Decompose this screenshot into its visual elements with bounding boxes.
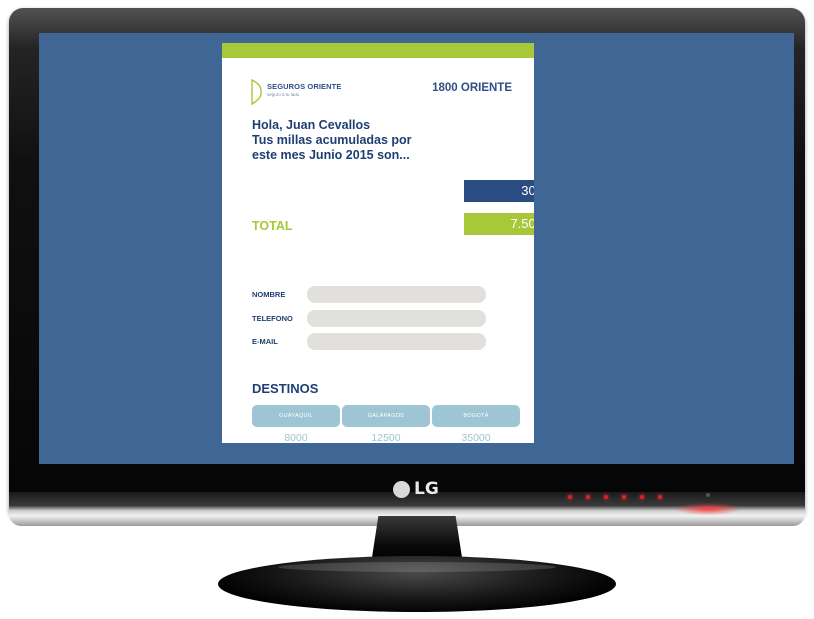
phone-number[interactable]: 1800 ORIENTE	[432, 82, 512, 94]
logo-name: SEGUROS ORIENTE	[267, 82, 342, 91]
monitor-brand-logo: LG	[393, 478, 439, 500]
control-led[interactable]	[586, 495, 590, 499]
power-button[interactable]	[706, 493, 710, 497]
company-logo[interactable]: SEGUROS ORIENTE seguro a tu lado	[251, 79, 341, 105]
control-led[interactable]	[640, 495, 644, 499]
miles-value-box: 300	[464, 180, 534, 202]
phone-label: TELEFONO	[252, 314, 293, 323]
destination-button-galapagos[interactable]: GALÁPAGOS	[342, 405, 430, 427]
control-led[interactable]	[604, 495, 608, 499]
monitor-brand-text: LG	[414, 479, 439, 499]
destination-miles: 35000	[461, 432, 491, 443]
destination-column: BOGOTÁ 35000	[432, 405, 520, 443]
power-indicator-glow	[676, 503, 740, 515]
total-value-box: 7.500	[464, 213, 534, 235]
greeting-line: Hola, Juan Cevallos	[252, 118, 371, 132]
monitor-stand-base	[218, 556, 616, 612]
logo-tagline: seguro a tu lado	[267, 92, 300, 97]
brand-circle-icon	[393, 480, 410, 498]
greeting-line: este mes Junio 2015 son...	[252, 148, 410, 162]
monitor-control-buttons	[568, 495, 662, 499]
phone-field[interactable]	[307, 310, 486, 327]
email-field[interactable]	[307, 333, 486, 350]
form-row-name: NOMBRE	[252, 286, 486, 303]
control-led[interactable]	[568, 495, 572, 499]
greeting-text: Hola, Juan Cevallos Tus millas acumulada…	[252, 118, 427, 163]
form-row-email: E-MAIL	[252, 333, 486, 350]
form-row-phone: TELEFONO	[252, 310, 486, 327]
destination-miles: 8000	[284, 432, 308, 443]
destination-button-bogota[interactable]: BOGOTÁ	[432, 405, 520, 427]
destination-column: GALÁPAGOS 12500	[342, 405, 430, 443]
name-field[interactable]	[307, 286, 486, 303]
control-led[interactable]	[622, 495, 626, 499]
control-led[interactable]	[658, 495, 662, 499]
web-page: SEGUROS ORIENTE seguro a tu lado 1800 OR…	[222, 43, 534, 443]
destinations-table: GUAYAQUIL 8000 GALÁPAGOS 12500 BOGOTÁ 35…	[252, 405, 520, 443]
destination-miles: 12500	[371, 432, 401, 443]
name-label: NOMBRE	[252, 290, 286, 299]
destination-button-guayaquil[interactable]: GUAYAQUIL	[252, 405, 340, 427]
destinations-title: DESTINOS	[252, 381, 319, 396]
destination-column: GUAYAQUIL 8000	[252, 405, 340, 443]
email-label: E-MAIL	[252, 337, 278, 346]
greeting-line: Tus millas acumuladas por	[252, 133, 412, 147]
total-label: TOTAL	[252, 219, 293, 233]
top-accent-bar	[222, 43, 534, 58]
shield-logo-icon	[251, 79, 262, 105]
